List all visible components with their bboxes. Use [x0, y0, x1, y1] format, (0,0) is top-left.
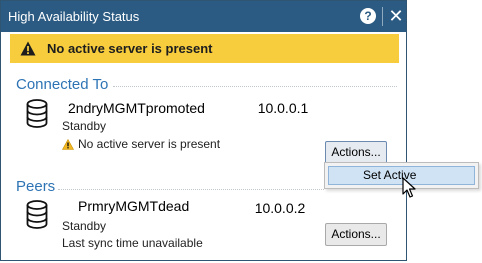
titlebar-divider	[382, 7, 383, 26]
banner-text: No active server is present	[47, 41, 213, 56]
warning-banner: No active server is present	[10, 34, 399, 63]
connected-server-role: Standby	[62, 119, 107, 133]
database-icon	[26, 200, 48, 234]
mouse-cursor-icon	[402, 177, 416, 204]
peer-server-ip: 10.0.0.2	[227, 195, 333, 221]
peer-actions-button[interactable]: Actions...	[325, 223, 387, 246]
window-title: High Availability Status	[8, 9, 140, 24]
peers-section-title: Peers	[16, 178, 56, 195]
peer-server-status: Last sync time unavailable	[62, 236, 203, 250]
section-divider	[113, 86, 397, 87]
section-divider	[58, 189, 324, 190]
connected-section-title: Connected To	[16, 76, 109, 93]
ha-status-window: High Availability Status ? ✕ No active s…	[0, 0, 407, 261]
peer-server-name: PrmryMGMTdead	[62, 194, 210, 218]
database-icon	[26, 99, 48, 133]
peer-server-role: Standby	[62, 219, 107, 233]
connected-server-status: No active server is present	[61, 137, 221, 153]
help-button[interactable]: ?	[360, 8, 376, 24]
title-bar: High Availability Status ? ✕	[1, 1, 406, 32]
connected-status-text: No active server is present	[78, 137, 221, 151]
connected-server-ip: 10.0.0.1	[231, 95, 335, 121]
warning-icon	[61, 138, 75, 153]
connected-actions-button[interactable]: Actions...	[325, 141, 387, 164]
connected-server-name: 2ndryMGMTpromoted	[62, 96, 228, 120]
warning-icon	[20, 41, 36, 61]
close-button[interactable]: ✕	[387, 5, 405, 27]
